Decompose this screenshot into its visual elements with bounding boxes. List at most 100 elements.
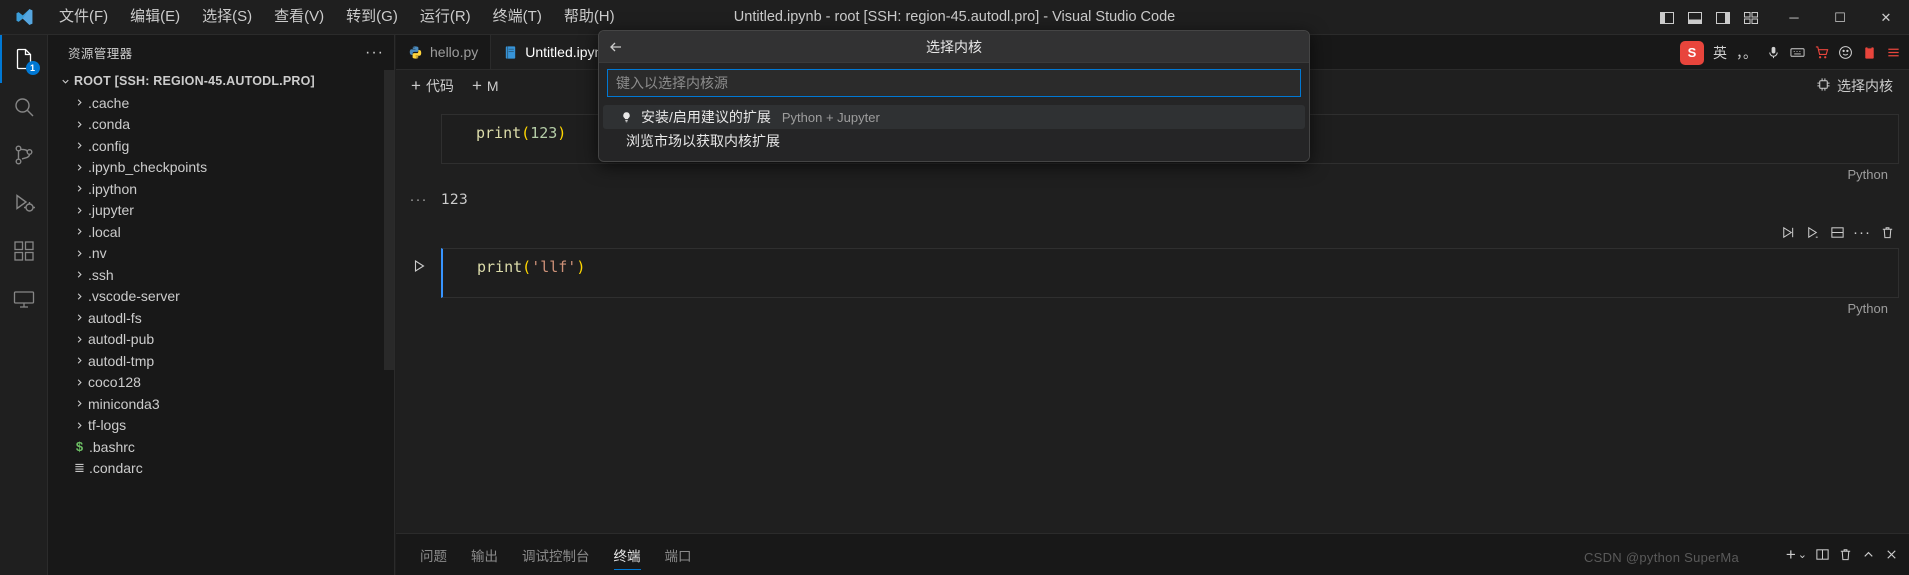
cell-1-language-label[interactable]: Python xyxy=(1848,167,1888,182)
tree-item-cache[interactable]: .cache xyxy=(48,92,394,114)
explorer-sidebar: 资源管理器 ··· ROOT [SSH: REGION-45.AUTODL.PR… xyxy=(48,35,395,575)
split-cell-icon[interactable] xyxy=(1827,222,1847,242)
cell-2-language-label[interactable]: Python xyxy=(1848,301,1888,316)
panel-tab-debug-console[interactable]: 调试控制台 xyxy=(510,534,602,575)
menu-bar: 文件(F) 编辑(E) 选择(S) 查看(V) 转到(G) 运行(R) 终端(T… xyxy=(48,4,626,30)
activity-run-debug[interactable] xyxy=(0,179,48,227)
tree-item-ipython[interactable]: .ipython xyxy=(48,178,394,200)
tree-item-coco128[interactable]: coco128 xyxy=(48,372,394,394)
explorer-badge: 1 xyxy=(25,61,40,75)
tab-hello-py[interactable]: hello.py xyxy=(396,35,492,69)
close-button[interactable]: ✕ xyxy=(1863,0,1909,35)
maximize-button[interactable]: ☐ xyxy=(1817,0,1863,35)
sogou-ime-logo-icon[interactable]: S xyxy=(1680,40,1704,65)
menu-view[interactable]: 查看(V) xyxy=(263,4,335,30)
menu-edit[interactable]: 编辑(E) xyxy=(119,4,191,30)
toggle-panel-icon[interactable] xyxy=(1681,0,1709,35)
tree-item-jupyter[interactable]: .jupyter xyxy=(48,200,394,222)
run-cell-icon[interactable] xyxy=(1777,222,1797,242)
tree-root-label: ROOT [SSH: REGION-45.AUTODL.PRO] xyxy=(74,74,315,88)
kernel-source-input[interactable] xyxy=(607,69,1301,97)
customize-layout-icon[interactable] xyxy=(1737,0,1765,35)
sidebar-title: 资源管理器 xyxy=(68,47,133,61)
sidebar-scrollbar[interactable] xyxy=(384,70,394,370)
cart-icon[interactable] xyxy=(1814,45,1829,60)
toggle-secondary-sidebar-icon[interactable] xyxy=(1709,0,1737,35)
menu-icon[interactable] xyxy=(1886,45,1901,60)
quickpick-item-install-extensions[interactable]: 安装/启用建议的扩展 Python + Jupyter xyxy=(603,105,1305,129)
tree-item-label: tf-logs xyxy=(88,417,127,434)
select-kernel-button[interactable]: 选择内核 xyxy=(1810,74,1899,98)
tree-item-label: .vscode-server xyxy=(88,288,180,305)
tree-item-autodl-pub[interactable]: autodl-pub xyxy=(48,329,394,351)
toggle-primary-sidebar-icon[interactable] xyxy=(1653,0,1681,35)
panel-tab-problems[interactable]: 问题 xyxy=(408,534,459,575)
new-terminal-button[interactable]: + ⌄ xyxy=(1785,544,1807,564)
cell-2-run-button[interactable] xyxy=(396,248,441,298)
new-terminal-plus-icon: + xyxy=(1785,544,1796,564)
python-file-icon xyxy=(408,45,423,60)
maximize-panel-icon[interactable] xyxy=(1861,547,1876,562)
tree-item-autodl-tmp[interactable]: autodl-tmp xyxy=(48,350,394,372)
tree-item-label: autodl-fs xyxy=(88,309,142,326)
tree-item-tf-logs[interactable]: tf-logs xyxy=(48,415,394,437)
run-below-icon[interactable] xyxy=(1802,222,1822,242)
panel-tab-output[interactable]: 输出 xyxy=(459,534,510,575)
menu-file[interactable]: 文件(F) xyxy=(48,4,119,30)
ime-mode-label[interactable]: 英 xyxy=(1713,43,1727,63)
quickpick-header: 选择内核 xyxy=(599,31,1309,63)
add-code-cell-button[interactable]: + 代码 xyxy=(402,73,463,99)
activity-extensions[interactable] xyxy=(0,227,48,275)
emoji-icon[interactable] xyxy=(1838,45,1853,60)
tree-item-label: autodl-pub xyxy=(88,331,155,348)
tree-item-condarc[interactable]: ≣ .condarc xyxy=(48,458,394,480)
tab-hello-py-label: hello.py xyxy=(430,44,479,60)
sidebar-more-actions-icon[interactable]: ··· xyxy=(365,44,384,60)
tree-item-label: .bashrc xyxy=(89,438,135,455)
menu-terminal[interactable]: 终端(T) xyxy=(482,4,553,30)
add-markdown-cell-button[interactable]: + M xyxy=(463,75,508,97)
minimize-button[interactable]: ─ xyxy=(1771,0,1817,35)
mic-icon[interactable] xyxy=(1766,45,1781,60)
menu-goto[interactable]: 转到(G) xyxy=(335,4,409,30)
select-kernel-label: 选择内核 xyxy=(1837,78,1893,94)
tree-item-vscode-server[interactable]: .vscode-server xyxy=(48,286,394,308)
tree-root-folder[interactable]: ROOT [SSH: REGION-45.AUTODL.PRO] xyxy=(48,70,394,92)
tree-item-nv[interactable]: .nv xyxy=(48,243,394,265)
panel-tab-terminal[interactable]: 终端 xyxy=(602,534,653,575)
ime-punctuation-label[interactable]: ，。 xyxy=(1736,43,1757,63)
window-controls: ─ ☐ ✕ xyxy=(1653,0,1909,35)
clipboard-icon[interactable] xyxy=(1862,45,1877,60)
tree-item-config[interactable]: .config xyxy=(48,135,394,157)
quickpick-item-label-2: 浏览市场以获取内核扩展 xyxy=(626,133,780,149)
plus-icon-2: + xyxy=(471,76,482,95)
close-panel-icon[interactable] xyxy=(1884,547,1899,562)
quickpick-item-browse-marketplace[interactable]: 浏览市场以获取内核扩展 xyxy=(603,129,1305,153)
tree-item-local[interactable]: .local xyxy=(48,221,394,243)
trash-terminal-icon[interactable] xyxy=(1838,547,1853,562)
tree-item-miniconda3[interactable]: miniconda3 xyxy=(48,393,394,415)
activity-source-control[interactable] xyxy=(0,131,48,179)
back-arrow-icon[interactable] xyxy=(599,31,633,63)
tree-item-ssh[interactable]: .ssh xyxy=(48,264,394,286)
menu-selection[interactable]: 选择(S) xyxy=(191,4,263,30)
cell-2-code-editor[interactable]: print('llf') Python xyxy=(441,248,1899,316)
cell-1-run-gutter[interactable] xyxy=(396,114,441,164)
menu-help[interactable]: 帮助(H) xyxy=(553,4,626,30)
add-markdown-cell-label: M xyxy=(486,78,499,94)
menu-run[interactable]: 运行(R) xyxy=(409,4,482,30)
split-terminal-icon[interactable] xyxy=(1815,547,1830,562)
add-code-cell-label: 代码 xyxy=(425,78,454,94)
activity-search[interactable] xyxy=(0,83,48,131)
panel-tab-ports[interactable]: 端口 xyxy=(653,534,704,575)
activity-explorer[interactable]: 1 xyxy=(0,35,48,83)
delete-cell-icon[interactable] xyxy=(1877,222,1897,242)
tree-item-bashrc[interactable]: $ .bashrc xyxy=(48,436,394,458)
tree-item-autodl-fs[interactable]: autodl-fs xyxy=(48,307,394,329)
keyboard-icon[interactable] xyxy=(1790,45,1805,60)
tree-item-ipynb-checkpoints[interactable]: .ipynb_checkpoints xyxy=(48,157,394,179)
tree-item-conda[interactable]: .conda xyxy=(48,114,394,136)
more-actions-icon[interactable]: ··· xyxy=(1852,222,1872,242)
activity-remote-explorer[interactable] xyxy=(0,275,48,323)
cell-1-output-more-icon[interactable]: ··· xyxy=(396,190,441,210)
